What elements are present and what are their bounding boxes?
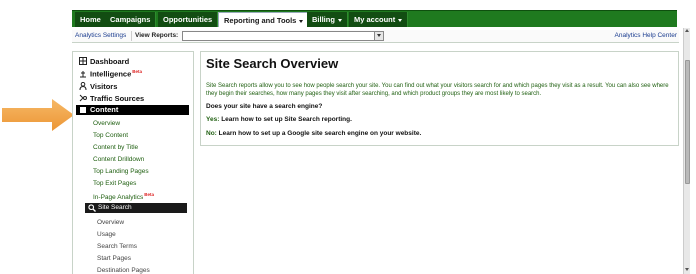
tab-billing-label: Billing [312, 15, 335, 24]
tab-reporting-label: Reporting and Tools [224, 16, 297, 25]
site-search-item-search-terms[interactable]: Search Terms [97, 243, 137, 250]
sidebar-item-traffic-sources[interactable]: Traffic Sources [79, 94, 144, 103]
yes-prefix: Yes: [206, 116, 220, 123]
sidebar-item-intelligence[interactable]: IntelligenceBeta [79, 69, 142, 79]
sidebar-item-site-search[interactable]: Site Search [85, 203, 187, 213]
sidebar-item-label: Intelligence [90, 69, 132, 79]
search-engine-question: Does your site have a search engine? [206, 103, 323, 110]
view-reports-label: View Reports: [135, 32, 179, 39]
dashboard-icon [79, 57, 87, 65]
intelligence-icon [79, 70, 87, 78]
search-icon [88, 204, 96, 212]
in-page-analytics-label: In-Page Analytics [93, 194, 144, 202]
page-title: Site Search Overview [206, 56, 339, 71]
scrollbar-thumb[interactable] [685, 60, 690, 184]
content-item-content-drilldown[interactable]: Content Drilldown [93, 156, 144, 163]
content-item-top-exit-pages[interactable]: Top Exit Pages [93, 180, 136, 187]
chevron-down-icon [299, 19, 304, 23]
site-search-item-destination-pages[interactable]: Destination Pages [97, 267, 150, 274]
scroll-up-icon[interactable] [685, 29, 689, 32]
content-item-in-page-analytics[interactable]: In-Page AnalyticsBeta [93, 192, 154, 201]
tab-my-account-label: My account [354, 15, 396, 24]
traffic-sources-icon [79, 94, 87, 102]
no-prefix: No: [206, 130, 217, 137]
content-icon [80, 107, 86, 113]
sidebar-item-content[interactable]: Content [76, 105, 189, 115]
sidebar-item-visitors[interactable]: Visitors [79, 81, 118, 91]
tab-home-label: Home [80, 15, 101, 24]
top-nav: Home Campaigns Opportunities Reporting a… [72, 10, 677, 27]
tab-campaigns-label: Campaigns [110, 15, 151, 24]
chevron-down-icon [398, 18, 403, 22]
content-item-top-content[interactable]: Top Content [93, 132, 128, 139]
view-reports-select[interactable] [182, 31, 384, 41]
analytics-help-center-link[interactable]: Analytics Help Center [615, 32, 678, 39]
content-item-content-by-title[interactable]: Content by Title [93, 144, 138, 151]
sidebar-item-label: Traffic Sources [90, 94, 145, 103]
no-option: No: Learn how to set up a Google site se… [206, 130, 421, 137]
tab-opportunities[interactable]: Opportunities [158, 12, 219, 27]
beta-badge: Beta [132, 69, 143, 74]
tab-my-account[interactable]: My account [349, 12, 409, 27]
site-search-item-start-pages[interactable]: Start Pages [97, 255, 131, 262]
yes-option: Yes: Learn how to set up Site Search rep… [206, 116, 352, 123]
sidebar-item-label: Content [90, 105, 119, 114]
pointer-arrow-icon [2, 99, 74, 131]
tab-home[interactable]: Home [75, 12, 107, 27]
main-panel: Site Search Overview Site Search reports… [200, 51, 679, 146]
sidebar-item-label: Site Search [98, 204, 132, 211]
content-item-overview[interactable]: Overview [93, 120, 120, 127]
dropdown-arrow-icon[interactable] [374, 32, 383, 40]
setup-google-site-search-link[interactable]: Learn how to set up a Google site search… [219, 130, 422, 137]
divider [131, 31, 132, 41]
tab-billing[interactable]: Billing [307, 12, 348, 27]
analytics-settings-link[interactable]: Analytics Settings [75, 32, 126, 39]
sidebar-item-dashboard[interactable]: Dashboard [79, 57, 129, 66]
setup-site-search-link[interactable]: Learn how to set up Site Search reportin… [221, 116, 352, 123]
scrollbar[interactable] [683, 28, 690, 274]
beta-badge: Beta [144, 192, 154, 197]
description-text: Site Search reports allow you to see how… [206, 83, 669, 97]
tab-reporting-and-tools[interactable]: Reporting and Tools [218, 12, 310, 27]
person-icon [79, 81, 87, 91]
site-search-item-overview[interactable]: Overview [97, 219, 124, 226]
site-search-item-usage[interactable]: Usage [97, 231, 116, 238]
chevron-down-icon [337, 18, 342, 22]
sidebar-item-label: Visitors [90, 82, 118, 91]
scroll-down-icon[interactable] [685, 268, 689, 271]
content-item-top-landing-pages[interactable]: Top Landing Pages [93, 168, 149, 175]
tab-opportunities-label: Opportunities [163, 15, 213, 24]
tab-campaigns[interactable]: Campaigns [105, 12, 157, 27]
left-sidebar: Dashboard IntelligenceBeta Visitors Traf… [72, 51, 194, 274]
sidebar-item-label: Dashboard [90, 57, 130, 66]
analytics-subbar: Analytics Settings View Reports: Analyti… [72, 30, 679, 43]
